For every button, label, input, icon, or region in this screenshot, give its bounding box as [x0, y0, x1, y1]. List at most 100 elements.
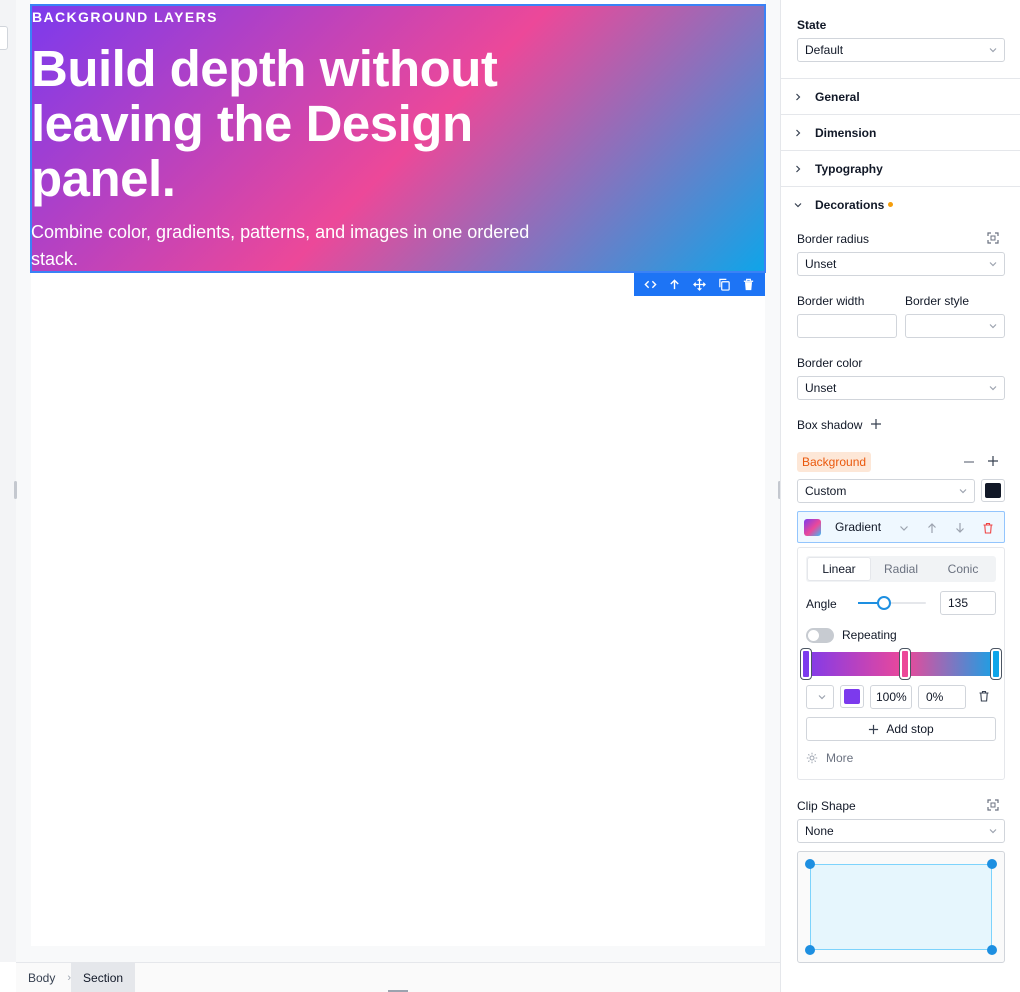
clip-handle-top-left[interactable] [805, 859, 815, 869]
canvas-area: BACKGROUND LAYERS Build depth without le… [0, 0, 780, 962]
border-color-value: Unset [805, 381, 837, 395]
accordion-general-label: General [815, 89, 860, 104]
hero-eyebrow: BACKGROUND LAYERS [32, 9, 218, 25]
state-label: State [797, 18, 827, 32]
tab-linear[interactable]: Linear [808, 558, 870, 580]
tab-conic[interactable]: Conic [932, 558, 994, 580]
canvas-resize-handle-left[interactable] [14, 481, 17, 499]
stop-color-swatch[interactable] [840, 685, 864, 708]
clip-handle-bottom-right[interactable] [987, 945, 997, 955]
clip-handle-bottom-left[interactable] [805, 945, 815, 955]
more-options-button[interactable]: More [806, 751, 853, 765]
angle-slider-thumb[interactable] [876, 596, 891, 610]
gradient-type-tabs: Linear Radial Conic [806, 556, 996, 582]
add-stop-label: Add stop [886, 722, 934, 736]
border-width-label: Border width [797, 294, 865, 308]
border-style-select[interactable] [905, 314, 1005, 338]
accordion-dimension[interactable]: Dimension [781, 114, 1020, 150]
stop-color-chip [844, 689, 860, 704]
chevron-down-icon [989, 262, 997, 267]
hero-section[interactable]: BACKGROUND LAYERS Build depth without le… [30, 4, 766, 273]
stop-type-select[interactable] [806, 685, 834, 709]
border-color-select[interactable]: Unset [797, 376, 1005, 400]
design-panel: State Default General Dimension Typograp… [780, 0, 1020, 992]
clip-shape-label: Clip Shape [797, 799, 856, 813]
layer-type-label: Gradient [835, 520, 882, 534]
trash-icon[interactable] [739, 275, 759, 295]
chevron-right-icon [796, 93, 801, 100]
angle-slider[interactable] [858, 596, 926, 610]
clip-shape-link-icon[interactable] [985, 797, 1001, 813]
border-radius-label: Border radius [797, 232, 870, 246]
move-icon[interactable] [689, 275, 709, 295]
copy-icon[interactable] [714, 275, 734, 295]
box-shadow-label: Box shadow [797, 418, 863, 432]
gradient-stop-handle[interactable] [991, 649, 1002, 679]
hero-subtitle: Combine color, gradients, patterns, and … [31, 222, 530, 269]
accordion-general[interactable]: General [781, 78, 1020, 114]
accordion-decorations[interactable]: Decorations [781, 186, 1020, 222]
more-label: More [826, 751, 854, 765]
clip-handle-top-right[interactable] [987, 859, 997, 869]
chevron-down-icon [818, 695, 826, 700]
clip-shape-select[interactable]: None [797, 819, 1005, 843]
background-mode-select[interactable]: Custom [797, 479, 975, 503]
stop-position-input[interactable]: 0% [918, 685, 966, 709]
repeating-toggle[interactable] [806, 628, 834, 643]
tab-radial[interactable]: Radial [870, 558, 932, 580]
accordion-dimension-label: Dimension [815, 125, 877, 140]
angle-label: Angle [806, 597, 837, 611]
chevron-right-icon [796, 165, 801, 172]
clip-shape-polygon [810, 864, 992, 950]
corners-link-icon[interactable] [985, 230, 1001, 246]
border-radius-value: Unset [805, 257, 837, 271]
move-layer-down-icon[interactable] [952, 520, 968, 536]
clip-shape-value: None [805, 824, 834, 838]
background-label-badge: Background [797, 452, 872, 472]
gradient-stop-handle[interactable] [800, 649, 811, 679]
gradient-editor: Linear Radial Conic Angle 135 Repeating … [797, 547, 1005, 780]
border-style-label: Border style [905, 294, 970, 308]
gradient-preview-bar[interactable] [800, 649, 1002, 679]
stop-opacity-input[interactable]: 100% [870, 685, 912, 709]
modified-indicator-dot [888, 202, 894, 207]
add-background-plus-icon[interactable] [985, 453, 1001, 469]
gear-icon [806, 752, 818, 764]
clip-shape-preview [797, 851, 1005, 963]
chevron-down-icon [794, 202, 802, 207]
border-radius-select[interactable]: Unset [797, 252, 1005, 276]
delete-layer-trash-icon[interactable] [980, 520, 996, 536]
accordion-typography[interactable]: Typography [781, 150, 1020, 186]
accordion-typography-label: Typography [815, 161, 883, 176]
move-layer-up-icon[interactable] [924, 520, 940, 536]
state-select-value: Default [805, 43, 844, 57]
angle-input[interactable]: 135 [940, 591, 996, 615]
chevron-down-icon [989, 48, 997, 53]
arrow-up-icon[interactable] [665, 275, 685, 295]
breadcrumb-item-body[interactable]: Body [16, 963, 67, 992]
chevron-right-icon [796, 129, 801, 136]
add-box-shadow-plus-icon[interactable] [868, 416, 884, 432]
repeating-label: Repeating [842, 628, 897, 642]
chevron-down-icon[interactable] [896, 520, 912, 536]
accordion-decorations-label: Decorations [815, 197, 885, 212]
border-width-input[interactable] [797, 314, 897, 338]
hero-title: Build depth without leaving the Design p… [31, 40, 498, 207]
gradient-stop-handle[interactable] [899, 649, 910, 679]
chevron-down-icon [989, 829, 997, 834]
chevron-down-icon [989, 324, 997, 329]
background-mode-value: Custom [805, 484, 847, 498]
remove-background-minus-icon[interactable] [961, 454, 977, 470]
background-color-swatch[interactable] [981, 479, 1005, 502]
add-stop-button[interactable]: Add stop [806, 717, 996, 741]
code-icon[interactable] [640, 275, 660, 295]
gradient-thumbnail [804, 518, 821, 536]
breadcrumb-item-section[interactable]: Section [71, 962, 136, 992]
state-select[interactable]: Default [797, 38, 1005, 62]
chevron-down-icon [959, 489, 967, 494]
background-layer-gradient[interactable]: Gradient [797, 511, 1005, 543]
chevron-down-icon [989, 386, 997, 391]
swatch-color-chip [985, 483, 1001, 498]
left-panel-input-edge[interactable] [0, 26, 8, 50]
delete-stop-trash-icon[interactable] [976, 688, 992, 704]
